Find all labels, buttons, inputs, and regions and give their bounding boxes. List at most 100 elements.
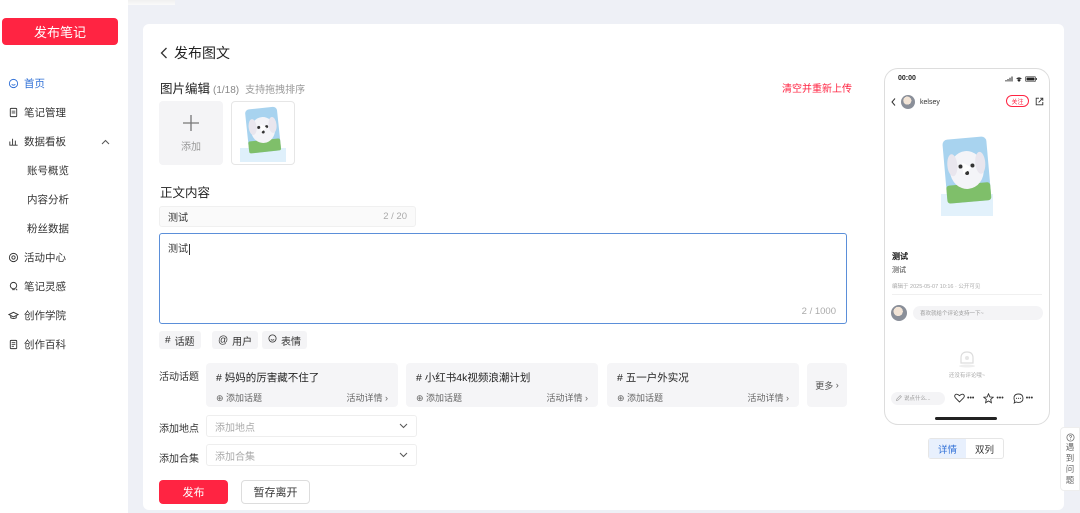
preview-comment-input: 喜欢就给个评论支持一下~ bbox=[913, 306, 1043, 320]
mention-user-button[interactable]: @ 用户 bbox=[212, 331, 259, 349]
topic-chip-button[interactable]: # 话题 bbox=[159, 331, 201, 349]
sidebar-item-label: 创作学院 bbox=[24, 310, 66, 322]
location-label: 添加地点 bbox=[159, 424, 199, 435]
chevron-left-icon bbox=[891, 98, 896, 106]
sidebar-item-home[interactable]: 首页 bbox=[0, 69, 128, 98]
collect-count: ••• bbox=[983, 392, 1004, 404]
sidebar-item-activity[interactable]: 活动中心 bbox=[0, 243, 128, 272]
drag-hint: 支持拖拽排序 bbox=[245, 85, 306, 96]
sidebar-item-fan-data[interactable]: 粉丝数据 bbox=[0, 214, 128, 243]
body-textarea[interactable]: 测试 2 / 1000 bbox=[159, 233, 847, 324]
dog-photo-preview bbox=[941, 136, 993, 216]
add-topic-button[interactable]: ⊕ 添加话题 bbox=[617, 391, 663, 404]
status-time: 00:00 bbox=[898, 75, 916, 82]
preview-view-toggle: 详情 双列 bbox=[928, 438, 1004, 459]
content-heading: 正文内容 bbox=[160, 186, 211, 200]
topic-actions: ⊕ 添加话题 活动详情 › bbox=[416, 391, 588, 404]
chevron-up-icon[interactable] bbox=[101, 136, 110, 148]
feedback-char: 题 bbox=[1065, 475, 1075, 485]
emoji-button[interactable]: 表情 bbox=[262, 331, 307, 349]
back-header[interactable]: 发布图文 bbox=[160, 43, 230, 63]
feedback-button[interactable]: 遇 到 问 题 bbox=[1060, 427, 1080, 491]
collection-placeholder: 添加合集 bbox=[215, 451, 255, 463]
graduation-cap-icon bbox=[8, 310, 19, 321]
chevron-down-icon bbox=[399, 423, 408, 429]
topic-detail-link[interactable]: 活动详情 › bbox=[346, 391, 388, 404]
sidebar-item-content-analysis[interactable]: 内容分析 bbox=[0, 185, 128, 214]
sidebar-item-wiki[interactable]: 创作百科 bbox=[0, 330, 128, 359]
topic-name: # 妈妈的厉害藏不住了 bbox=[216, 372, 320, 384]
activity-topic-card[interactable]: # 五一户外实况 ⊕ 添加话题 活动详情 › bbox=[607, 363, 799, 407]
preview-say-input: 说点什么... bbox=[891, 391, 945, 405]
topic-name: # 五一户外实况 bbox=[617, 372, 689, 384]
topic-actions: ⊕ 添加话题 活动详情 › bbox=[617, 391, 789, 404]
clear-reupload-link[interactable]: 清空并重新上传 bbox=[782, 80, 852, 95]
sidebar-item-label: 账号概览 bbox=[27, 165, 69, 177]
chip-label: 话题 bbox=[174, 336, 195, 348]
sidebar-item-dashboard[interactable]: 数据看板 bbox=[0, 127, 128, 156]
tab-double-column[interactable]: 双列 bbox=[966, 439, 1003, 458]
add-image-button[interactable]: 添加 bbox=[159, 101, 223, 165]
image-edit-title: 图片编辑 bbox=[160, 82, 211, 96]
share-icon bbox=[1035, 95, 1044, 109]
image-thumbnail[interactable] bbox=[231, 101, 295, 165]
sidebar-item-label: 内容分析 bbox=[27, 194, 69, 206]
smile-icon bbox=[268, 334, 277, 346]
sidebar: 发布笔记 首页 笔记管理 数据看板 账号概览 内容分析 粉丝数据 活动中心 笔记… bbox=[0, 0, 128, 513]
save-draft-button[interactable]: 暂存离开 bbox=[241, 480, 310, 504]
title-input[interactable]: 测试 2 / 20 bbox=[159, 206, 416, 227]
topic-detail-link[interactable]: 活动详情 › bbox=[546, 391, 588, 404]
collection-select[interactable]: 添加合集 bbox=[206, 444, 417, 466]
bulb-icon bbox=[8, 281, 19, 292]
pencil-icon bbox=[896, 395, 902, 401]
signal-icon bbox=[1005, 76, 1013, 82]
empty-comment-text: 还没有评论哦~ bbox=[948, 373, 986, 379]
body-value: 测试 bbox=[168, 244, 188, 255]
comment-count: ••• bbox=[1013, 393, 1033, 404]
page-title: 发布图文 bbox=[174, 45, 230, 61]
publish-card: 发布图文 图片编辑 (1/18) 支持拖拽排序 清空并重新上传 添加 正文内容 测 bbox=[143, 24, 1064, 510]
add-topic-button[interactable]: ⊕ 添加话题 bbox=[216, 391, 262, 404]
location-select[interactable]: 添加地点 bbox=[206, 415, 417, 437]
follow-button: 关注 bbox=[1006, 95, 1029, 107]
preview-username: kelsey bbox=[920, 98, 940, 106]
divider bbox=[892, 294, 1042, 295]
sidebar-item-label: 粉丝数据 bbox=[27, 223, 69, 235]
like-count: ••• bbox=[954, 393, 974, 403]
hashtag-icon: # bbox=[165, 334, 171, 346]
book-icon bbox=[8, 339, 19, 350]
sidebar-item-label: 数据看板 bbox=[24, 136, 66, 148]
publish-note-button[interactable]: 发布笔记 bbox=[2, 18, 118, 45]
image-count: (1/18) bbox=[213, 85, 240, 96]
image-edit-heading: 图片编辑 (1/18) 支持拖拽排序 bbox=[160, 78, 305, 97]
activity-topic-card[interactable]: # 妈妈的厉害藏不住了 ⊕ 添加话题 活动详情 › bbox=[206, 363, 398, 407]
activity-topic-card[interactable]: # 小红书4k视频浪潮计划 ⊕ 添加话题 活动详情 › bbox=[406, 363, 598, 407]
dog-photo-thumbnail bbox=[240, 106, 286, 162]
preview-comment-row: 喜欢就给个评论支持一下~ bbox=[891, 305, 1043, 321]
phone-preview: 00:00 kelsey 关注 测试 测试 编辑于 2025-05-07 10:… bbox=[884, 68, 1050, 425]
status-icons bbox=[1005, 76, 1037, 82]
chevron-left-icon[interactable] bbox=[160, 47, 168, 59]
topic-actions: ⊕ 添加话题 活动详情 › bbox=[216, 391, 388, 404]
sidebar-item-label: 活动中心 bbox=[24, 252, 66, 264]
tab-detail[interactable]: 详情 bbox=[929, 439, 966, 458]
sidebar-item-notes[interactable]: 笔记管理 bbox=[0, 98, 128, 127]
add-topic-button[interactable]: ⊕ 添加话题 bbox=[416, 391, 462, 404]
preview-bottom-bar: 说点什么... ••• ••• ••• bbox=[891, 391, 1043, 405]
empty-comment-icon bbox=[957, 350, 977, 371]
add-image-label: 添加 bbox=[181, 141, 201, 153]
preview-title: 测试 bbox=[892, 252, 908, 261]
heart-icon bbox=[954, 393, 965, 403]
topic-detail-link[interactable]: 活动详情 › bbox=[747, 391, 789, 404]
sidebar-item-label: 创作百科 bbox=[24, 339, 66, 351]
sidebar-item-academy[interactable]: 创作学院 bbox=[0, 301, 128, 330]
sidebar-item-account-overview[interactable]: 账号概览 bbox=[0, 156, 128, 185]
publish-button[interactable]: 发布 bbox=[159, 480, 228, 504]
chevron-down-icon bbox=[399, 452, 408, 458]
help-icon bbox=[1065, 433, 1075, 442]
more-topics-button[interactable]: 更多 › bbox=[807, 363, 847, 407]
feedback-char: 遇 bbox=[1065, 442, 1075, 452]
sidebar-item-inspiration[interactable]: 笔记灵感 bbox=[0, 272, 128, 301]
title-char-count: 2 / 20 bbox=[383, 211, 407, 222]
text-cursor bbox=[189, 244, 190, 255]
